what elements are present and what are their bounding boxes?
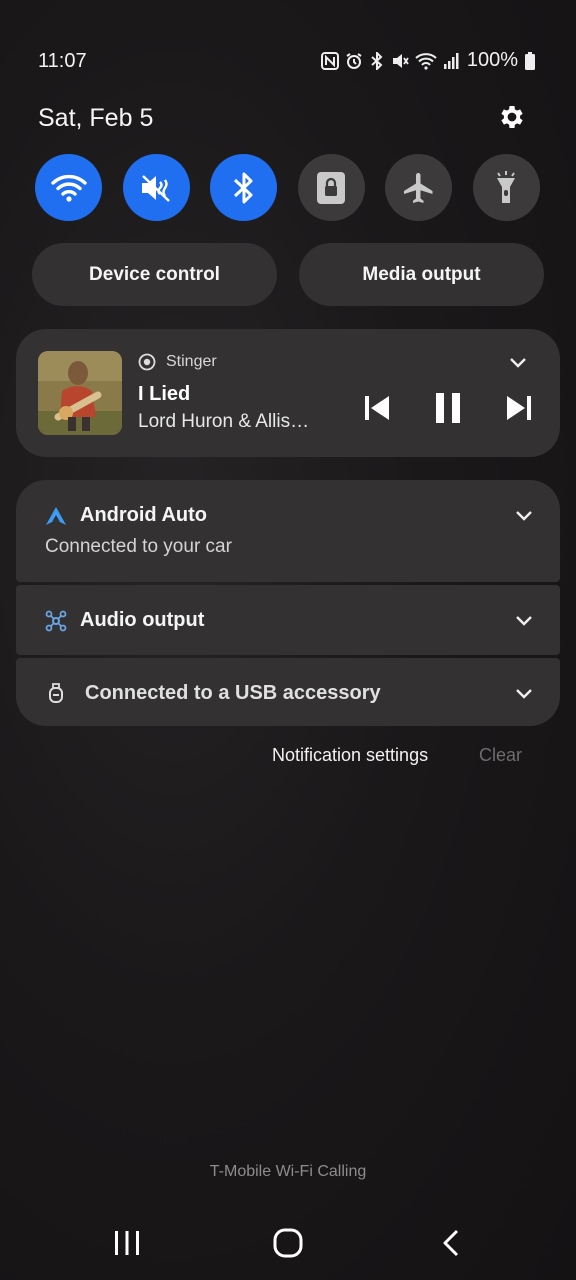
bluetooth-icon [233, 172, 253, 203]
wifi-icon [50, 174, 87, 202]
gear-icon [501, 106, 523, 128]
battery-percent: 100% [466, 49, 518, 71]
lock-rotation-icon [317, 171, 346, 204]
mute-icon [392, 53, 409, 68]
nfc-icon [320, 51, 339, 70]
notification-settings-button[interactable]: Notification settings [272, 745, 428, 766]
bluetooth-tile[interactable] [210, 154, 278, 221]
status-icons: 100% [320, 49, 536, 72]
mute-tile[interactable] [122, 154, 190, 221]
media-player-card[interactable]: Stinger I Lied Lord Huron & Allis… [16, 329, 560, 457]
chevron-down-icon[interactable] [515, 510, 533, 522]
home-icon [273, 1228, 303, 1258]
media-expand-button[interactable] [504, 351, 532, 375]
audio-output-icon [45, 610, 67, 632]
wifi-icon [415, 52, 437, 70]
airplane-icon [403, 172, 433, 203]
settings-button[interactable] [494, 99, 530, 135]
notification-title: Connected to a USB accessory [85, 682, 381, 704]
skip-next-icon [507, 396, 531, 420]
battery-icon [525, 51, 535, 70]
date-label: Sat, Feb 5 [38, 104, 154, 132]
flashlight-icon [497, 170, 516, 203]
device-control-button[interactable]: Device control [32, 243, 277, 306]
back-button[interactable] [428, 1222, 474, 1264]
carrier-label: T-Mobile Wi-Fi Calling [209, 1163, 367, 1180]
chevron-down-icon[interactable] [515, 688, 533, 700]
recent-apps-button[interactable] [104, 1222, 150, 1264]
lock-rotation-tile[interactable] [297, 154, 365, 221]
pause-icon [436, 393, 460, 423]
quick-settings-tiles [35, 154, 540, 221]
signal-icon [443, 52, 459, 69]
android-auto-icon [46, 507, 66, 525]
album-art [38, 351, 122, 435]
notification-audio-output[interactable]: Audio output [16, 585, 560, 655]
notification-subtitle: Connected to your car [45, 536, 232, 557]
usb-icon [49, 683, 63, 703]
airplane-tile[interactable] [385, 154, 453, 221]
notification-list: Android Auto Connected to your car Audio… [16, 480, 560, 726]
chevron-down-icon [510, 358, 526, 368]
media-output-button[interactable]: Media output [299, 243, 544, 306]
notification-title: Android Auto [80, 504, 208, 526]
notification-usb-accessory[interactable]: Connected to a USB accessory [16, 658, 560, 726]
recent-apps-icon [115, 1231, 139, 1255]
song-artist: Lord Huron & Allis… [138, 411, 310, 432]
notification-android-auto[interactable]: Android Auto Connected to your car [16, 480, 560, 582]
home-button[interactable] [265, 1222, 311, 1264]
song-title: I Lied [138, 383, 191, 405]
previous-track-button[interactable] [358, 389, 396, 427]
media-app-line: Stinger [138, 353, 217, 371]
status-time: 11:07 [38, 50, 87, 72]
alarm-icon [346, 52, 362, 69]
skip-previous-icon [365, 396, 389, 420]
flashlight-tile[interactable] [472, 154, 540, 221]
stinger-app-icon [138, 353, 156, 371]
chevron-down-icon[interactable] [515, 615, 533, 627]
back-icon [443, 1229, 459, 1257]
bluetooth-icon [371, 51, 383, 70]
media-app-name: Stinger [166, 353, 217, 370]
next-track-button[interactable] [500, 389, 538, 427]
navigation-bar [0, 1210, 576, 1280]
pause-button[interactable] [428, 387, 468, 429]
mute-icon [142, 174, 170, 202]
notification-title: Audio output [80, 609, 205, 631]
wifi-tile[interactable] [35, 154, 102, 221]
clear-button[interactable]: Clear [479, 745, 522, 766]
